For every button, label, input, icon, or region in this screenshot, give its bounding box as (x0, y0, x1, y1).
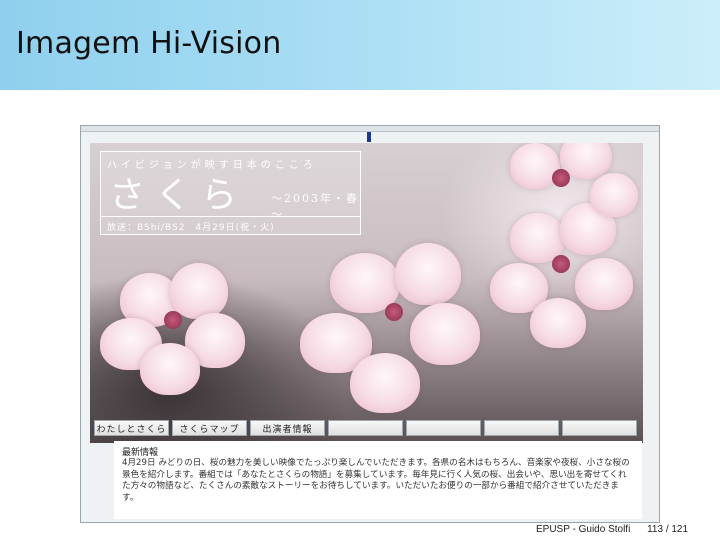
slide-header: Imagem Hi-Vision (0, 0, 720, 90)
page-number: 113 / 121 (647, 524, 689, 535)
slide-title: Imagem Hi-Vision (16, 26, 282, 61)
program-title-box: ハイビジョンが映す日本のこころ さくら ～2003年・春～ 放送：BShi/BS… (100, 151, 361, 235)
nav-item-watashi-to-sakura[interactable]: わたしとさくら (94, 420, 169, 436)
sakura-photo: ハイビジョンが映す日本のこころ さくら ～2003年・春～ 放送：BShi/BS… (90, 143, 643, 443)
program-subtitle: ～2003年・春～ (271, 192, 359, 221)
news-heading: 最新情報 (122, 448, 159, 458)
blossom-cluster-top-right (490, 143, 640, 223)
nav-item-sakura-map[interactable]: さくらマップ (172, 420, 247, 436)
scroll-marker (367, 132, 371, 142)
footer-source: EPUSP - Guido Stolfi (536, 524, 631, 535)
website-screenshot: ハイビジョンが映す日本のこころ さくら ～2003年・春～ 放送：BShi/BS… (80, 125, 660, 523)
broadcast-info: 放送：BShi/BS2 4月29日(祝・火) (107, 223, 275, 233)
site-nav: わたしとさくら さくらマップ 出演者情報 (94, 420, 638, 438)
blossom-cluster-left (100, 263, 300, 413)
nav-item-blank-3[interactable] (484, 420, 559, 436)
slide-footer: EPUSP - Guido Stolfi 113 / 121 (536, 524, 688, 535)
news-panel: 最新情報 4月29日 みどりの日、桜の魅力を美しい映像でたっぷり楽しんでいただき… (114, 441, 642, 519)
news-body: 4月29日 みどりの日、桜の魅力を美しい映像でたっぷり楽しんでいただきます。各県… (122, 458, 630, 503)
program-title: さくら (109, 175, 248, 216)
blossom-cluster-right (480, 203, 643, 363)
blossom-cluster-center (290, 233, 510, 423)
nav-item-blank-2[interactable] (406, 420, 481, 436)
nav-item-blank-1[interactable] (328, 420, 403, 436)
nav-item-blank-4[interactable] (562, 420, 637, 436)
title-divider (101, 216, 360, 217)
nav-item-cast-info[interactable]: 出演者情報 (250, 420, 325, 436)
